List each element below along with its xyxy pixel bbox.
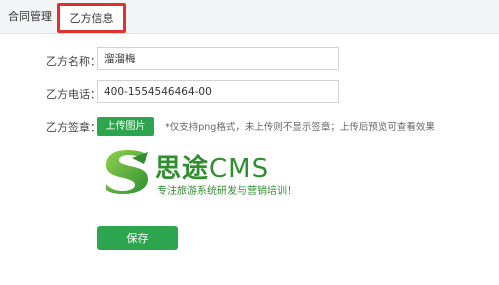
upload-hint-text: *仅支持png格式，未上传则不显示签章；上传后预览可查看效果: [165, 122, 435, 133]
upload-image-button[interactable]: 上传图片: [97, 117, 154, 136]
tab-party-b-info[interactable]: 乙方信息: [57, 3, 126, 33]
s-logo-icon: [106, 150, 148, 194]
logo-cms-text: CMS: [209, 154, 270, 184]
party-b-phone-label: 乙方电话：: [46, 88, 101, 101]
tab-bar: 合同管理 乙方信息: [0, 0, 499, 34]
party-b-name-label: 乙方名称：: [46, 55, 101, 68]
logo-slogan: 专注旅游系统研发与营销培训！: [157, 186, 297, 197]
logo-main-text: 思途: [155, 154, 210, 184]
save-button[interactable]: 保存: [97, 226, 178, 250]
party-b-name-input[interactable]: [97, 47, 339, 70]
tab-contract-management[interactable]: 合同管理: [8, 0, 52, 34]
party-b-seal-label: 乙方签章：: [46, 121, 101, 134]
logo-title: 思途CMS: [155, 148, 269, 185]
party-b-phone-input[interactable]: [97, 80, 339, 103]
seal-preview-image: 思途CMS 专注旅游系统研发与营销培训！: [98, 142, 298, 200]
